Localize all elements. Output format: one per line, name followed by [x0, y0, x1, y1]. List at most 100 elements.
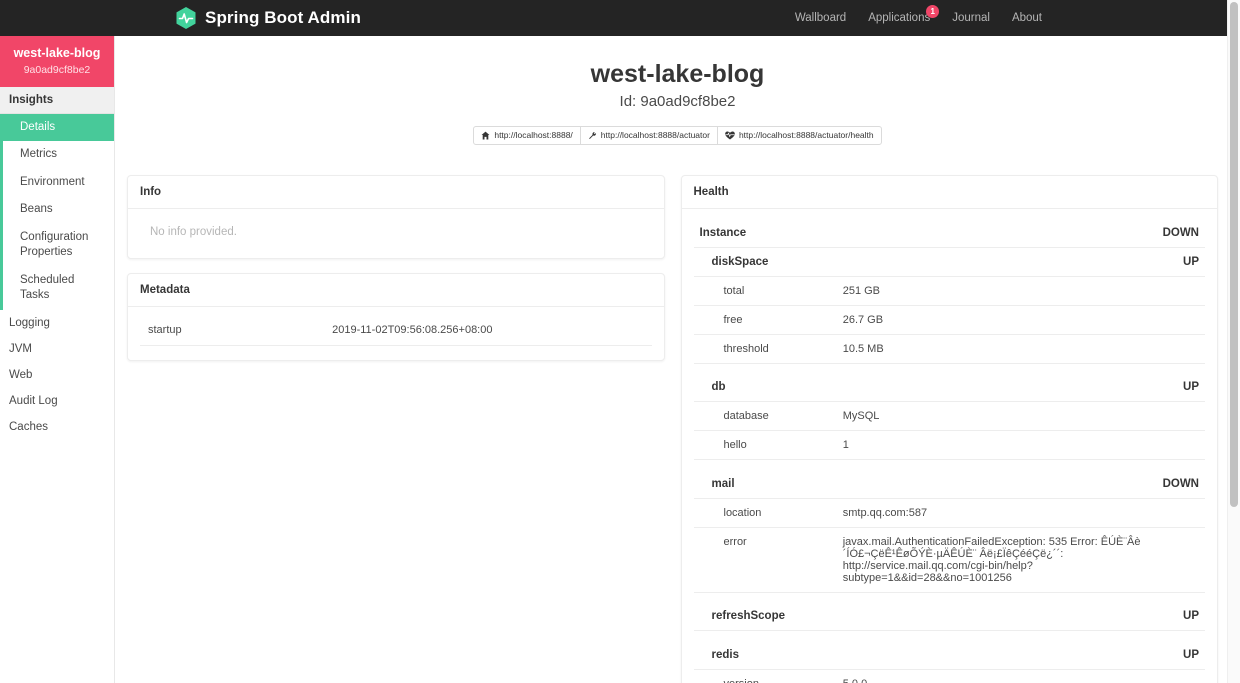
sidebar-item-beans[interactable]: Beans — [3, 196, 114, 224]
nav-links: Wallboard Applications 1 Journal About — [795, 5, 1042, 24]
url-button-label: http://localhost:8888/actuator — [600, 130, 710, 140]
page-title: west-lake-blog — [590, 60, 765, 88]
status-badge: UP — [836, 640, 1205, 670]
metadata-card: Metadata startup 2019-11-02T09:56:08.256… — [127, 272, 665, 361]
health-row-spacer — [694, 631, 1206, 641]
health-group-row[interactable]: Instance DOWN — [693, 218, 1205, 248]
spacer-cell — [694, 460, 1206, 470]
health-detail-value: smtp.qq.com:587 — [836, 498, 1205, 528]
spacer-cell — [694, 631, 1206, 641]
sidebar-item-jvm[interactable]: JVM — [0, 336, 114, 362]
health-card-body: Instance DOWN diskSpace UP total 251 GB free 26… — [682, 209, 1218, 683]
nav-link-label: Wallboard — [794, 12, 847, 24]
sidebar-item-logging[interactable]: Logging — [0, 310, 114, 336]
brand[interactable]: Spring Boot Admin — [175, 6, 361, 30]
health-detail-row: location smtp.qq.com:587 — [693, 498, 1205, 528]
health-row-spacer — [694, 592, 1206, 602]
nav-link-wallboard[interactable]: Wallboard — [795, 12, 846, 24]
sidebar-item-configuration-properties[interactable]: Configuration Properties — [3, 224, 114, 267]
health-group-label: db — [693, 373, 837, 403]
page-subtitle: Id: 9a0ad9cf8be2 — [619, 92, 736, 110]
metadata-card-body: startup 2019-11-02T09:56:08.256+08:00 — [128, 307, 664, 360]
health-detail-key: error — [693, 527, 837, 593]
health-detail-row: total 251 GB — [693, 276, 1205, 306]
sidebar-app-id: 9a0ad9cf8be2 — [23, 63, 91, 76]
sidebar-group-insights: Insights — [0, 86, 114, 114]
health-detail-value: 1 — [836, 430, 1205, 461]
health-table-body: Instance DOWN diskSpace UP total 251 GB free 26… — [693, 218, 1206, 683]
url-button-health[interactable]: http://localhost:8888/actuator/health — [716, 125, 882, 145]
heartbeat-icon — [725, 131, 735, 140]
nav-link-applications[interactable]: Applications 1 — [868, 5, 940, 24]
health-card: Health Instance DOWN diskSpace UP total 251 G… — [680, 174, 1218, 683]
content-columns: Info No info provided. Metadata startup … — [115, 155, 1240, 683]
sidebar: west-lake-blog 9a0ad9cf8be2 Insights Det… — [0, 36, 115, 683]
health-detail-value: 251 GB — [836, 276, 1205, 306]
brand-title: Spring Boot Admin — [205, 8, 361, 27]
health-row-spacer — [694, 363, 1206, 373]
sidebar-item-metrics[interactable]: Metrics — [3, 141, 114, 169]
url-button-root[interactable]: http://localhost:8888/ — [473, 125, 581, 145]
health-detail-key: version — [693, 669, 837, 683]
main-content: west-lake-blog Id: 9a0ad9cf8be2 http://l… — [115, 36, 1240, 683]
status-badge: UP — [836, 373, 1205, 403]
health-detail-key: hello — [693, 430, 837, 461]
url-button-actuator[interactable]: http://localhost:8888/actuator — [579, 125, 718, 145]
left-column: Info No info provided. Metadata startup … — [127, 174, 665, 375]
status-badge: UP — [836, 247, 1205, 277]
health-group-row[interactable]: diskSpace UP — [693, 247, 1205, 277]
sidebar-item-scheduled-tasks[interactable]: Scheduled Tasks — [3, 267, 114, 310]
metadata-key: startup — [140, 314, 325, 346]
nav-link-about[interactable]: About — [1012, 12, 1042, 24]
health-group-label: Instance — [693, 218, 837, 248]
nav-link-label: Applications — [868, 12, 931, 24]
info-empty-text: No info provided. — [150, 225, 237, 238]
health-detail-row: version5.0.0 — [693, 669, 1205, 683]
spacer-cell — [694, 363, 1206, 373]
health-group-row[interactable]: redis UP — [693, 640, 1205, 670]
hexagon-pulse-logo-icon — [175, 6, 197, 30]
app-shell: west-lake-blog 9a0ad9cf8be2 Insights Det… — [0, 36, 1240, 683]
sidebar-app-header: west-lake-blog 9a0ad9cf8be2 — [0, 36, 114, 87]
health-detail-value: 26.7 GB — [836, 305, 1205, 335]
url-button-label: http://localhost:8888/actuator/health — [738, 130, 874, 140]
sidebar-item-caches[interactable]: Caches — [0, 414, 114, 440]
health-detail-key: threshold — [693, 334, 837, 364]
metadata-card-title: Metadata — [128, 274, 664, 307]
right-column: Health Instance DOWN diskSpace UP total 251 G… — [680, 174, 1218, 683]
sidebar-item-details[interactable]: Details — [3, 113, 114, 142]
status-badge: DOWN — [836, 469, 1205, 499]
health-detail-key: total — [693, 276, 837, 306]
table-row: startup 2019-11-02T09:56:08.256+08:00 — [140, 314, 652, 346]
sidebar-item-web[interactable]: Web — [0, 362, 114, 388]
health-table: Instance DOWN diskSpace UP total 251 GB free 26… — [693, 218, 1206, 683]
nav-link-label: Journal — [952, 12, 990, 24]
health-row-spacer — [694, 460, 1206, 470]
health-detail-value: MySQL — [836, 401, 1205, 432]
health-group-label: mail — [693, 469, 837, 499]
top-navbar: Spring Boot Admin Wallboard Applications… — [0, 0, 1240, 36]
health-detail-row: database MySQL — [693, 401, 1205, 432]
sidebar-item-environment[interactable]: Environment — [3, 169, 114, 197]
sidebar-insights-list: Details Metrics Environment Beans Config… — [0, 113, 114, 310]
health-detail-key: database — [693, 401, 837, 432]
page-scrollbar[interactable] — [1227, 0, 1240, 683]
page-header: west-lake-blog Id: 9a0ad9cf8be2 http://l… — [115, 36, 1240, 155]
health-group-row[interactable]: refreshScope UP — [693, 602, 1205, 632]
status-badge: UP — [836, 602, 1205, 632]
health-group-row[interactable]: mail DOWN — [693, 469, 1205, 499]
info-card-body: No info provided. — [128, 209, 664, 258]
nav-link-label: About — [1011, 12, 1042, 24]
health-detail-row: hello 1 — [693, 430, 1205, 461]
health-group-label: diskSpace — [693, 247, 837, 277]
health-detail-value: 5.0.0 — [836, 669, 1205, 683]
sidebar-item-audit-log[interactable]: Audit Log — [0, 388, 114, 414]
health-group-row[interactable]: db UP — [693, 373, 1205, 403]
status-badge: DOWN — [836, 218, 1205, 248]
nav-link-journal[interactable]: Journal — [952, 12, 990, 24]
health-group-label: redis — [693, 640, 837, 670]
health-detail-value: javax.mail.AuthenticationFailedException… — [836, 527, 1205, 593]
scrollbar-thumb[interactable] — [1230, 2, 1238, 507]
metadata-table-body: startup 2019-11-02T09:56:08.256+08:00 — [140, 314, 652, 346]
metadata-value: 2019-11-02T09:56:08.256+08:00 — [324, 314, 652, 346]
